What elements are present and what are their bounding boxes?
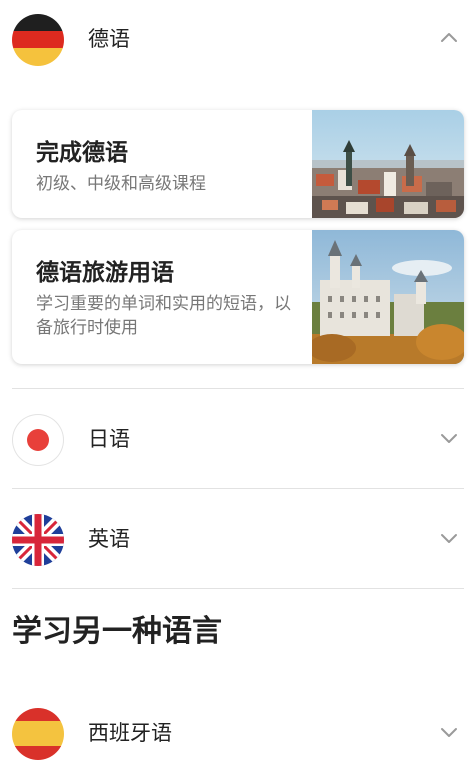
divider	[12, 488, 464, 489]
section-title: 学习另一种语言	[12, 614, 222, 649]
language-row-japanese[interactable]: 日语	[0, 406, 473, 470]
language-name: 西班牙语	[88, 721, 172, 745]
divider	[12, 588, 464, 589]
course-card-complete-german[interactable]: 完成德语 初级、中级和高级课程	[12, 110, 464, 218]
language-name: 英语	[88, 527, 130, 551]
germany-flag-icon	[12, 14, 64, 66]
chevron-up-icon[interactable]	[439, 28, 459, 48]
course-subtitle: 初级、中级和高级课程	[36, 174, 206, 194]
course-subtitle: 学习重要的单词和实用的短语，以备旅行时使用	[36, 294, 291, 338]
language-name: 德语	[88, 27, 130, 51]
uk-flag-icon	[12, 514, 64, 566]
chevron-down-icon[interactable]	[439, 722, 459, 742]
spain-flag-icon	[12, 708, 64, 760]
language-row-english[interactable]: 英语	[0, 506, 473, 570]
course-card-german-travel[interactable]: 德语旅游用语 学习重要的单词和实用的短语，以备旅行时使用	[12, 230, 464, 364]
course-title: 完成德语	[36, 140, 128, 166]
language-list-screen: 德语 完成德语 初级、中级和高级课程 德语旅游用语 学习重要的单词和实用的短语，…	[0, 0, 473, 767]
divider	[12, 388, 464, 389]
language-name: 日语	[88, 427, 130, 451]
japan-flag-icon	[12, 414, 64, 466]
chevron-down-icon[interactable]	[439, 528, 459, 548]
chevron-down-icon[interactable]	[439, 428, 459, 448]
city-skyline-image	[312, 110, 464, 218]
castle-image	[312, 230, 464, 364]
language-row-german[interactable]: 德语	[0, 6, 473, 70]
language-row-spanish[interactable]: 西班牙语	[0, 700, 473, 764]
course-title: 德语旅游用语	[36, 260, 174, 286]
